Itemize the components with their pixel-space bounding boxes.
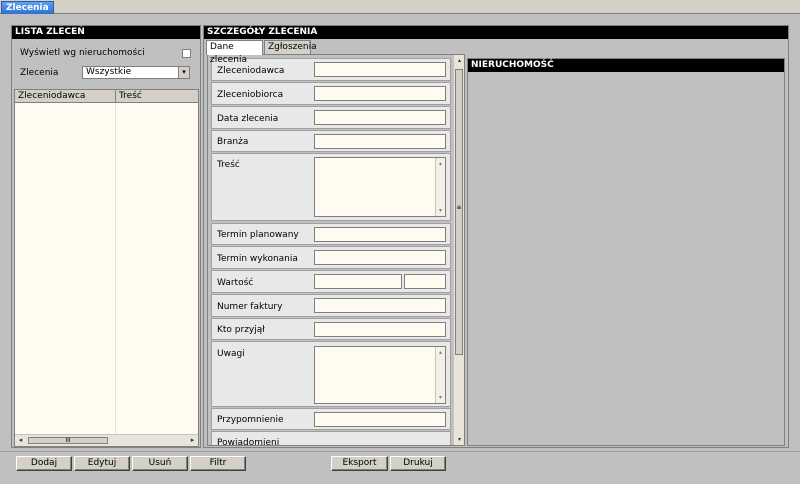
completion-date-input[interactable] <box>314 250 446 265</box>
field-row-industry: Branża <box>211 130 451 152</box>
scrollbar-thumb[interactable]: III <box>28 437 108 444</box>
orders-filter-label: Zlecenia <box>20 68 59 78</box>
scroll-down-icon[interactable]: ▾ <box>436 393 445 402</box>
field-row-planned-date: Termin planowany <box>211 223 451 245</box>
order-details-title: SZCZEGÓŁY ZLECENIA <box>204 26 788 39</box>
field-row-client: Zleceniodawca <box>211 58 451 81</box>
show-by-property-checkbox[interactable] <box>182 49 191 58</box>
field-row-content: Treść ▴ ▾ <box>211 153 451 221</box>
column-header-content[interactable]: Treść <box>116 90 199 103</box>
notes-scrollbar[interactable]: ▴ ▾ <box>435 347 445 403</box>
client-input[interactable] <box>314 62 446 77</box>
form-vertical-scrollbar[interactable]: ▴ ≡ ▾ <box>453 55 464 445</box>
received-by-label: Kto przyjął <box>217 325 265 335</box>
value-input[interactable] <box>314 274 402 289</box>
scroll-right-icon[interactable]: ▸ <box>187 435 198 446</box>
order-date-label: Data zlecenia <box>217 114 279 124</box>
content-textarea[interactable]: ▴ ▾ <box>314 157 446 217</box>
field-row-notes: Uwagi ▴ ▾ <box>211 341 451 407</box>
industry-input[interactable] <box>314 134 446 149</box>
action-toolbar: Dodaj Edytuj Usuń Filtr Eksport Drukuj <box>0 451 800 484</box>
notified-label: Powiadomieni <box>217 438 280 446</box>
value-label: Wartość <box>217 278 254 288</box>
order-list[interactable]: Zleceniodawca Treść ◂ III ▸ <box>14 89 199 447</box>
filter-button[interactable]: Filtr <box>190 456 246 471</box>
field-row-order-date: Data zlecenia <box>211 106 451 129</box>
contractor-label: Zleceniobiorca <box>217 90 284 100</box>
field-row-value: Wartość <box>211 270 451 293</box>
order-list-title: LISTA ZLECEŃ <box>12 26 200 39</box>
field-row-completion-date: Termin wykonania <box>211 246 451 269</box>
print-button[interactable]: Drukuj <box>390 456 446 471</box>
planned-date-input[interactable] <box>314 227 446 242</box>
currency-input[interactable] <box>404 274 446 289</box>
chevron-down-icon[interactable]: ▾ <box>178 67 189 78</box>
column-header-client[interactable]: Zleceniodawca <box>15 90 116 103</box>
scrollbar-thumb[interactable]: ≡ <box>455 69 463 355</box>
field-row-reminder: Przypomnienie <box>211 408 451 430</box>
export-button[interactable]: Eksport <box>331 456 388 471</box>
reminder-input[interactable] <box>314 412 446 427</box>
delete-button[interactable]: Usuń <box>132 456 188 471</box>
order-date-input[interactable] <box>314 110 446 125</box>
column-divider <box>115 103 116 434</box>
content-label: Treść <box>217 160 240 170</box>
contractor-input[interactable] <box>314 86 446 101</box>
content-scrollbar[interactable]: ▴ ▾ <box>435 158 445 216</box>
invoice-number-label: Numer faktury <box>217 302 283 312</box>
reminder-label: Przypomnienie <box>217 415 284 425</box>
order-list-header: Zleceniodawca Treść <box>15 90 198 103</box>
field-row-contractor: Zleceniobiorca <box>211 82 451 105</box>
field-row-invoice-number: Numer faktury <box>211 294 451 317</box>
scroll-left-icon[interactable]: ◂ <box>15 435 26 446</box>
field-row-received-by: Kto przyjął <box>211 318 451 340</box>
industry-label: Branża <box>217 137 249 147</box>
horizontal-scrollbar[interactable]: ◂ III ▸ <box>15 434 198 446</box>
planned-date-label: Termin planowany <box>217 230 299 240</box>
property-section-title: NIERUCHOMOŚĆ <box>468 59 784 72</box>
order-list-panel: LISTA ZLECEŃ Wyświetl wg nieruchomości Z… <box>11 25 201 448</box>
scroll-down-icon[interactable]: ▾ <box>454 434 464 445</box>
scroll-up-icon[interactable]: ▴ <box>436 159 445 168</box>
received-by-input[interactable] <box>314 322 446 337</box>
edit-button[interactable]: Edytuj <box>74 456 130 471</box>
invoice-number-input[interactable] <box>314 298 446 313</box>
order-form: Zleceniodawca Zleceniobiorca Data zlecen… <box>207 54 465 446</box>
scroll-up-icon[interactable]: ▴ <box>454 55 464 66</box>
notes-label: Uwagi <box>217 349 245 359</box>
field-row-notified: Powiadomieni <box>211 431 451 446</box>
tab-reports[interactable]: Zgłoszenia <box>264 40 317 54</box>
completion-date-label: Termin wykonania <box>217 254 298 264</box>
notes-textarea[interactable]: ▴ ▾ <box>314 346 446 404</box>
window-tab-bar: Zlecenia <box>0 0 800 14</box>
orders-filter-value: Wszystkie <box>86 67 132 77</box>
orders-filter-select[interactable]: Wszystkie ▾ <box>82 66 190 79</box>
scroll-down-icon[interactable]: ▾ <box>436 206 445 215</box>
show-by-property-label: Wyświetl wg nieruchomości <box>20 48 145 58</box>
tab-order-data[interactable]: Dane zlecenia <box>206 40 263 65</box>
order-details-panel: SZCZEGÓŁY ZLECENIA Dane zlecenia Zgłosze… <box>203 25 789 448</box>
property-section: NIERUCHOMOŚĆ <box>467 58 785 446</box>
add-button[interactable]: Dodaj <box>16 456 72 471</box>
scroll-up-icon[interactable]: ▴ <box>436 348 445 357</box>
client-label: Zleceniodawca <box>217 66 285 76</box>
window-tab-zlecenia[interactable]: Zlecenia <box>1 1 54 14</box>
